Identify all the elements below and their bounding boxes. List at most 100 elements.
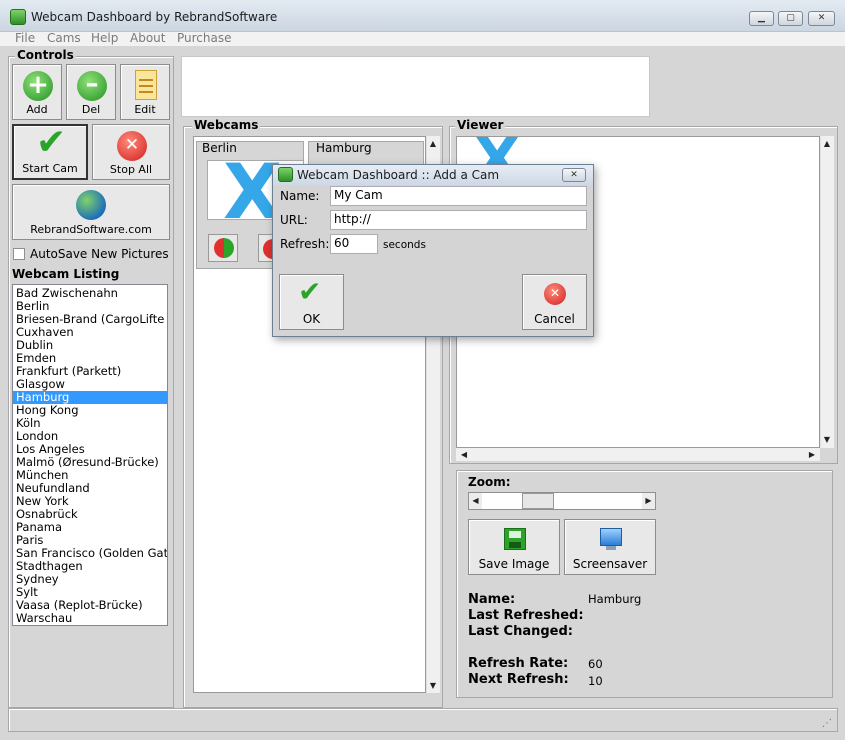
start-cam-button[interactable]: ✔ Start Cam xyxy=(12,122,88,180)
dialog-url-input[interactable]: http:// xyxy=(330,210,587,230)
list-item[interactable]: Vaasa (Replot-Brücke) xyxy=(13,599,167,612)
menu-cams[interactable]: Cams xyxy=(47,31,81,45)
list-item[interactable]: Sydney xyxy=(13,573,167,586)
list-item[interactable]: Paris xyxy=(13,534,167,547)
list-item[interactable]: Briesen-Brand (CargoLifte xyxy=(13,313,167,326)
dialog-close-button[interactable]: ✕ xyxy=(562,168,586,182)
list-item[interactable]: Panama xyxy=(13,521,167,534)
no-image-x-icon: X xyxy=(474,137,520,167)
zoom-thumb[interactable] xyxy=(522,493,554,509)
minimize-button[interactable]: ▁ xyxy=(749,11,774,26)
add-button[interactable]: + Add xyxy=(12,64,62,120)
list-item[interactable]: Warschau xyxy=(13,612,167,625)
list-item[interactable]: New York xyxy=(13,495,167,508)
list-item[interactable]: Hong Kong xyxy=(13,404,167,417)
autosave-checkbox[interactable] xyxy=(13,248,25,260)
list-item[interactable]: Cuxhaven xyxy=(13,326,167,339)
webcam-list[interactable]: Bad Zwischenahn Berlin Briesen-Brand (Carg… xyxy=(12,284,168,626)
list-item[interactable]: San Francisco (Golden Gat xyxy=(13,547,167,560)
menu-about[interactable]: About xyxy=(130,31,165,45)
scroll-right-icon[interactable]: ▶ xyxy=(806,448,818,461)
scroll-left-icon[interactable]: ◀ xyxy=(458,448,470,461)
viewer-vscrollbar[interactable] xyxy=(820,136,834,448)
list-item[interactable]: München xyxy=(13,469,167,482)
banner-area xyxy=(181,56,650,117)
menu-purchase[interactable]: Purchase xyxy=(177,31,232,45)
scroll-up-icon[interactable]: ▲ xyxy=(426,137,440,150)
list-item[interactable]: Osnabrück xyxy=(13,508,167,521)
dialog-refresh-label: Refresh: xyxy=(280,237,330,251)
x-circle-icon: ✕ xyxy=(544,283,566,305)
detail-refresh-rate-label: Refresh Rate: xyxy=(468,656,569,671)
edit-label: Edit xyxy=(134,103,156,116)
scroll-up-icon[interactable]: ▲ xyxy=(820,137,834,150)
x-circle-icon: ✕ xyxy=(117,131,147,161)
rebrandsoftware-button[interactable]: RebrandSoftware.com xyxy=(12,184,170,240)
autosave-label: AutoSave New Pictures xyxy=(30,247,169,261)
menu-file[interactable]: File xyxy=(15,31,35,45)
detail-last-changed-label: Last Changed: xyxy=(468,624,573,639)
detail-name-value: Hamburg xyxy=(588,592,642,606)
detail-next-refresh-value: 10 xyxy=(588,674,603,688)
stop-all-button[interactable]: ✕ Stop All xyxy=(92,124,170,180)
list-item[interactable]: Frankfurt (Parkett) xyxy=(13,365,167,378)
list-item[interactable]: Köln xyxy=(13,417,167,430)
window-title: Webcam Dashboard by RebrandSoftware xyxy=(31,10,278,24)
checkmark-icon: ✔ xyxy=(36,122,67,163)
refresh-cam-button[interactable] xyxy=(208,234,238,262)
list-item[interactable]: Neufundland xyxy=(13,482,167,495)
webcams-label: Webcams xyxy=(192,118,261,132)
screensaver-button[interactable]: Screensaver xyxy=(564,519,656,575)
zoom-right-icon[interactable]: ▶ xyxy=(642,493,655,509)
screensaver-label: Screensaver xyxy=(572,557,648,571)
del-button[interactable]: – Del xyxy=(66,64,116,120)
floppy-disk-icon xyxy=(504,528,526,550)
list-item[interactable]: Glasgow xyxy=(13,378,167,391)
refresh-icon xyxy=(214,238,234,258)
close-button[interactable]: ✕ xyxy=(808,11,835,26)
monitor-icon xyxy=(600,528,622,546)
dialog-ok-button[interactable]: ✔ OK xyxy=(279,274,344,330)
notepad-icon xyxy=(135,70,157,100)
list-item[interactable]: Dublin xyxy=(13,339,167,352)
scroll-down-icon[interactable]: ▼ xyxy=(426,679,440,692)
detail-last-refreshed-label: Last Refreshed: xyxy=(468,608,584,623)
detail-refresh-rate-value: 60 xyxy=(588,657,603,671)
menu-help[interactable]: Help xyxy=(91,31,118,45)
list-item[interactable]: Berlin xyxy=(13,300,167,313)
dialog-seconds-label: seconds xyxy=(383,239,426,251)
list-item[interactable]: Malmö (Øresund-Brücke) xyxy=(13,456,167,469)
start-cam-label: Start Cam xyxy=(22,162,78,175)
list-item[interactable]: Hamburg xyxy=(13,391,167,404)
dialog-name-input[interactable]: My Cam xyxy=(330,186,587,206)
viewer-hscrollbar[interactable] xyxy=(456,448,820,461)
detail-name-label: Name: xyxy=(468,592,516,607)
dialog-cancel-label: Cancel xyxy=(534,312,575,326)
zoom-label: Zoom: xyxy=(468,475,511,489)
zoom-slider[interactable] xyxy=(468,492,656,510)
edit-button[interactable]: Edit xyxy=(120,64,170,120)
scroll-down-icon[interactable]: ▼ xyxy=(820,433,834,446)
dialog-cancel-button[interactable]: ✕ Cancel xyxy=(522,274,587,330)
zoom-left-icon[interactable]: ◀ xyxy=(469,493,482,509)
status-bar xyxy=(8,708,838,732)
add-label: Add xyxy=(26,103,48,116)
dialog-refresh-input[interactable]: 60 xyxy=(330,234,378,254)
dialog-app-icon xyxy=(278,167,293,182)
viewer-image: X xyxy=(458,137,542,167)
checkmark-icon: ✔ xyxy=(298,275,322,308)
minus-circle-icon: – xyxy=(77,71,107,101)
app-icon xyxy=(10,9,26,25)
list-item[interactable]: Bad Zwischenahn xyxy=(13,287,167,300)
list-item[interactable]: Emden xyxy=(13,352,167,365)
del-label: Del xyxy=(81,103,101,116)
cam-tile-label: Hamburg xyxy=(316,141,372,155)
list-item[interactable]: London xyxy=(13,430,167,443)
list-item[interactable]: Stadthagen xyxy=(13,560,167,573)
save-image-button[interactable]: Save Image xyxy=(468,519,560,575)
list-item[interactable]: Los Angeles xyxy=(13,443,167,456)
list-item[interactable]: Sylt xyxy=(13,586,167,599)
resize-grip-icon[interactable]: ⋰ xyxy=(822,718,832,729)
stop-all-label: Stop All xyxy=(109,163,153,176)
maximize-button[interactable]: ▢ xyxy=(778,11,803,26)
